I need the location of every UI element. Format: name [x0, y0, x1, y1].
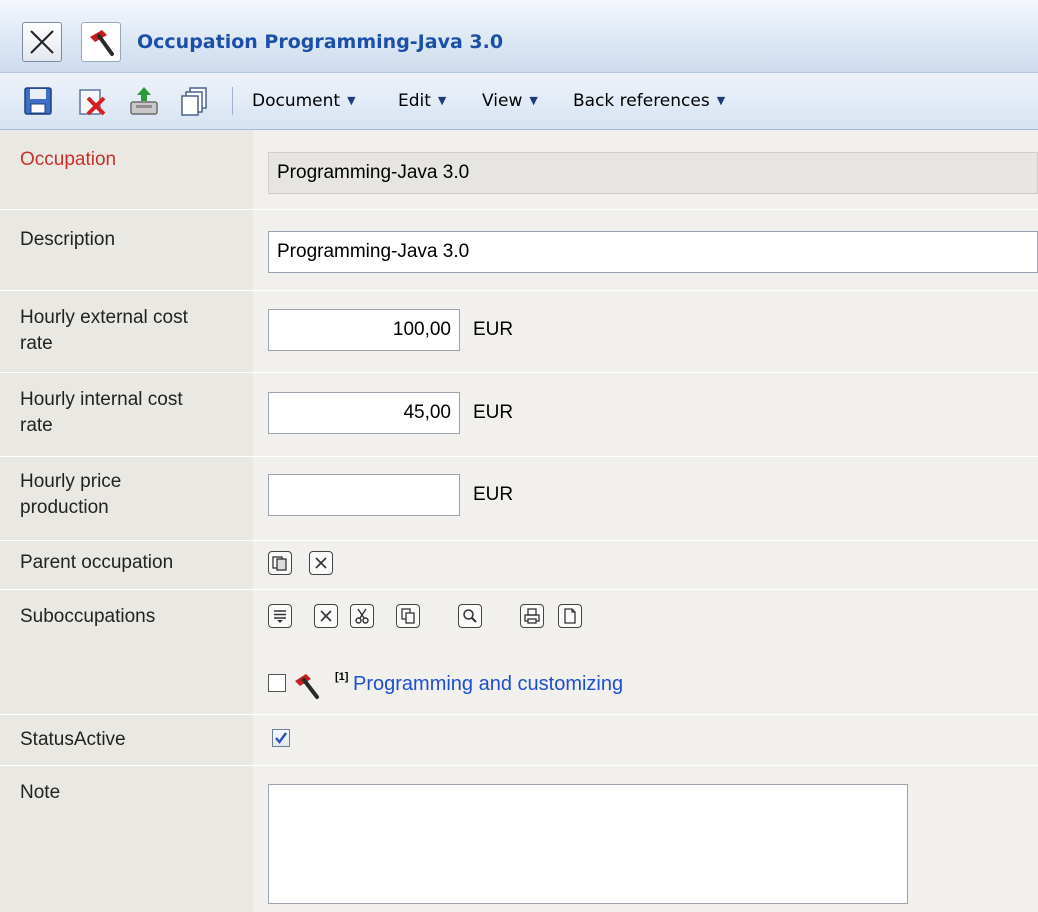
search-icon — [463, 609, 477, 623]
row-divider — [0, 765, 1038, 766]
parent-occupation-label: Parent occupation — [20, 552, 174, 573]
copy-icon — [401, 608, 415, 624]
price-production-label: Hourly price production — [20, 469, 245, 521]
menu-view-label: View — [482, 91, 523, 111]
internal-rate-label-line2: rate — [20, 415, 53, 436]
close-window-button[interactable] — [22, 22, 62, 62]
new-suboccupation-button[interactable] — [558, 604, 582, 628]
description-label: Description — [20, 229, 116, 250]
internal-rate-label: Hourly internal cost rate — [20, 387, 245, 439]
search-suboccupation-button[interactable] — [458, 604, 482, 628]
menu-view[interactable]: View ▼ — [482, 87, 538, 115]
window-title-bar: Occupation Programming-Java 3.0 — [0, 0, 1038, 73]
list-suboccupations-button[interactable] — [268, 604, 292, 628]
window-title: Occupation Programming-Java 3.0 — [137, 31, 504, 53]
clear-parent-button[interactable] — [309, 551, 333, 575]
remove-suboccupation-button[interactable] — [314, 604, 338, 628]
menu-document[interactable]: Document ▼ — [252, 87, 356, 115]
external-rate-input[interactable]: 100,00 — [268, 309, 460, 351]
save-icon — [24, 87, 52, 115]
row-divider — [0, 209, 1038, 210]
cut-suboccupation-button[interactable] — [350, 604, 374, 628]
occupation-field: Programming-Java 3.0 — [268, 152, 1038, 194]
menu-document-label: Document — [252, 91, 341, 111]
external-rate-label-line2: rate — [20, 333, 53, 354]
print-icon — [524, 608, 540, 624]
select-icon — [272, 556, 287, 571]
copy-button[interactable] — [178, 85, 210, 117]
chevron-down-icon: ▼ — [437, 94, 447, 107]
export-button[interactable] — [128, 85, 160, 117]
export-icon — [130, 87, 158, 115]
suboccupation-index-badge: [1] — [335, 671, 349, 683]
chevron-down-icon: ▼ — [716, 94, 726, 107]
external-rate-unit: EUR — [473, 319, 514, 340]
checkmark-icon — [275, 732, 287, 744]
toolbar: Document ▼ Edit ▼ View ▼ Back references ▼ — [0, 73, 1038, 130]
external-rate-label: Hourly external cost rate — [20, 305, 245, 357]
price-production-label-line1: Hourly price — [20, 471, 122, 492]
menu-edit[interactable]: Edit ▼ — [398, 87, 446, 115]
chevron-down-icon: ▼ — [529, 94, 538, 107]
status-active-label: StatusActive — [20, 729, 126, 750]
row-divider — [0, 290, 1038, 291]
row-divider — [0, 456, 1038, 457]
cut-icon — [355, 608, 369, 624]
external-rate-label-line1: Hourly external cost — [20, 307, 188, 328]
close-icon — [30, 30, 54, 54]
print-suboccupations-button[interactable] — [520, 604, 544, 628]
copy-icon — [181, 87, 207, 116]
delete-icon — [79, 89, 106, 116]
new-document-icon — [564, 608, 576, 624]
price-production-label-line2: production — [20, 497, 109, 518]
description-input[interactable]: Programming-Java 3.0 — [268, 231, 1038, 273]
select-parent-button[interactable] — [268, 551, 292, 575]
status-active-checkbox[interactable] — [272, 729, 290, 747]
chevron-down-icon: ▼ — [347, 94, 356, 107]
internal-rate-label-line1: Hourly internal cost — [20, 389, 183, 410]
occupation-hammer-icon — [81, 22, 121, 62]
row-divider — [0, 372, 1038, 373]
row-divider — [0, 540, 1038, 541]
price-production-unit: EUR — [473, 484, 514, 505]
suboccupations-label: Suboccupations — [20, 606, 156, 627]
menu-back-references-label: Back references — [573, 91, 710, 111]
note-textarea[interactable] — [268, 784, 908, 904]
occupation-hammer-icon — [295, 674, 319, 699]
remove-icon — [320, 610, 332, 622]
row-divider — [0, 714, 1038, 715]
copy-suboccupation-button[interactable] — [396, 604, 420, 628]
internal-rate-unit: EUR — [473, 402, 514, 423]
occupation-label: Occupation — [20, 149, 117, 170]
price-production-input[interactable] — [268, 474, 460, 516]
suboccupation-item-checkbox[interactable] — [268, 674, 286, 692]
clear-icon — [315, 557, 327, 569]
delete-button[interactable] — [76, 85, 108, 117]
menu-edit-label: Edit — [398, 91, 431, 111]
row-divider — [0, 589, 1038, 590]
suboccupation-item-link[interactable]: Programming and customizing — [353, 670, 623, 698]
menu-back-references[interactable]: Back references ▼ — [573, 87, 725, 115]
internal-rate-input[interactable]: 45,00 — [268, 392, 460, 434]
note-label: Note — [20, 782, 61, 803]
save-button[interactable] — [22, 85, 54, 117]
toolbar-separator — [232, 87, 233, 115]
list-icon — [274, 610, 286, 623]
